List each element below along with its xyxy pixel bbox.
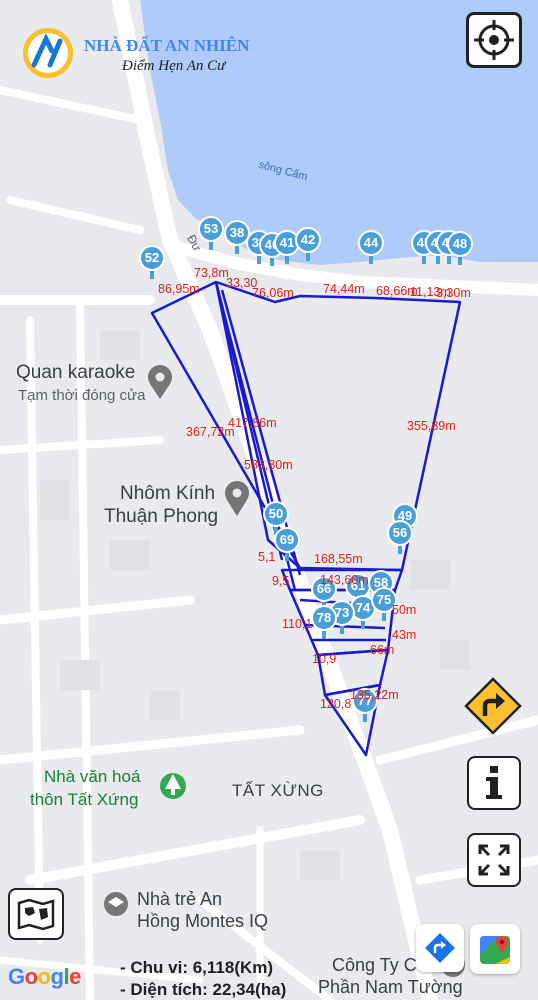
dimension-label: 355,89m bbox=[407, 419, 456, 433]
google-maps-icon bbox=[480, 936, 510, 964]
place-nhom-kinh-line2: Thuận Phong bbox=[104, 506, 219, 527]
locate-button[interactable] bbox=[466, 12, 522, 68]
place-nhom-kinh-line1: Nhôm Kính bbox=[120, 483, 216, 504]
marker-number: 44 bbox=[358, 230, 384, 256]
area-text: - Diện tích: 22,34(ha) bbox=[120, 980, 287, 999]
brand-slogan: Điểm Hẹn An Cư bbox=[122, 58, 226, 74]
dimension-label: 66m bbox=[370, 643, 395, 657]
brand-logo bbox=[20, 25, 80, 81]
direction-button[interactable] bbox=[463, 676, 523, 736]
google-logo-text: Google bbox=[8, 964, 81, 989]
marker-78[interactable]: 78 bbox=[311, 605, 337, 639]
dimension-label: 120,8 bbox=[320, 697, 352, 711]
dimension-label: 50m bbox=[392, 603, 417, 617]
info-button[interactable] bbox=[467, 756, 521, 810]
fullscreen-icon bbox=[478, 844, 510, 876]
marker-number: 42 bbox=[295, 227, 321, 253]
dimension-label: 583,80m bbox=[244, 458, 293, 472]
marker-48[interactable]: 48 bbox=[447, 231, 473, 265]
marker-42[interactable]: 42 bbox=[295, 227, 321, 261]
place-tat-xung: TẤT XỪNG bbox=[232, 781, 324, 800]
marker-56[interactable]: 56 bbox=[387, 520, 413, 554]
place-nha-tre-line1: Nhà trẻ An bbox=[137, 889, 223, 909]
marker-number: 69 bbox=[274, 527, 300, 553]
dimension-label: 9,5 bbox=[272, 574, 290, 588]
map-layers-icon bbox=[17, 898, 55, 931]
park-icon bbox=[160, 773, 186, 799]
place-nha-van-hoa-line1: Nhà văn hoá bbox=[44, 767, 141, 786]
marker-number: 56 bbox=[387, 520, 413, 546]
place-nha-tre-line2: Hồng Montes IQ bbox=[137, 911, 269, 931]
dimension-label: 110,1 bbox=[282, 617, 313, 631]
marker-number: 48 bbox=[447, 231, 473, 257]
marker-number: 52 bbox=[139, 245, 165, 271]
brand-logo-icon bbox=[23, 28, 73, 78]
map-canvas[interactable] bbox=[0, 0, 538, 1000]
marker-number: 78 bbox=[311, 605, 337, 631]
dimension-label: 417,86m bbox=[228, 416, 277, 430]
dimension-label: 73,8m bbox=[194, 266, 229, 280]
turn-right-icon bbox=[464, 677, 522, 735]
crosshair-icon bbox=[474, 20, 514, 60]
dimension-label: 168,55m bbox=[314, 552, 363, 566]
map-layers-button[interactable] bbox=[8, 888, 64, 940]
dimension-label: 5,1 bbox=[258, 550, 276, 564]
dimension-label: 76,06m bbox=[252, 286, 294, 300]
dimension-label: 86,95m bbox=[158, 282, 200, 296]
marker-69[interactable]: 69 bbox=[274, 527, 300, 561]
marker-number: 53 bbox=[198, 216, 224, 242]
place-cong-ty-line2: Phần Nam Tường bbox=[318, 977, 463, 997]
school-icon bbox=[104, 892, 128, 916]
marker-53[interactable]: 53 bbox=[198, 216, 224, 250]
directions-icon bbox=[425, 933, 455, 963]
marker-44[interactable]: 44 bbox=[358, 230, 384, 264]
dimension-label: 3,30m bbox=[436, 286, 471, 300]
dimension-label: 135,22m bbox=[350, 688, 399, 702]
place-nha-van-hoa-line2: thôn Tất Xứng bbox=[30, 790, 139, 809]
google-logo: Google bbox=[8, 964, 81, 990]
fullscreen-button[interactable] bbox=[467, 833, 521, 887]
info-icon bbox=[486, 766, 502, 799]
place-karaoke-status: Tạm thời đóng cửa bbox=[18, 387, 146, 404]
dimension-label: 10,9 bbox=[312, 652, 337, 666]
perimeter-text: - Chu vi: 6,118(Km) bbox=[120, 958, 274, 977]
brand-name: NHÀ ĐẤT AN NHIÊN bbox=[84, 36, 250, 55]
place-cong-ty-line1: Công Ty Cổ bbox=[332, 955, 427, 975]
directions-app-button[interactable] bbox=[416, 924, 464, 972]
marker-number: 50 bbox=[263, 501, 289, 527]
dimension-label: 143,60m bbox=[320, 573, 369, 587]
dimension-label: 74,44m bbox=[323, 282, 365, 296]
google-maps-button[interactable] bbox=[470, 924, 520, 974]
place-karaoke-name: Quan karaoke bbox=[16, 362, 136, 383]
marker-52[interactable]: 52 bbox=[139, 245, 165, 279]
dimension-label: 43m bbox=[392, 628, 417, 642]
